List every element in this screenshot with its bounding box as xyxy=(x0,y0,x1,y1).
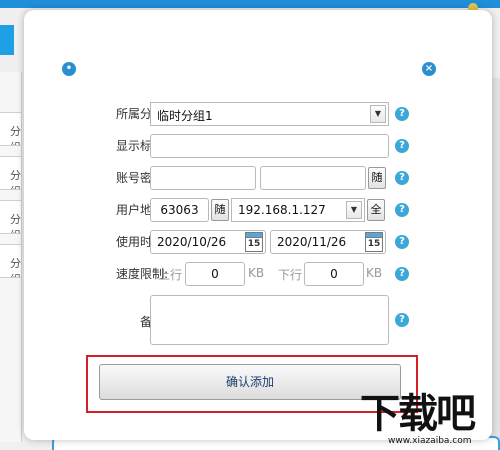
remark-textarea[interactable] xyxy=(150,295,389,345)
upload-label: 上行 xyxy=(158,268,183,282)
add-user-dialog: • × 所属分组: 临时分组1 ▼ ? 显示标题: ? 账号密码: 随 ? 用户… xyxy=(24,10,492,440)
port-input[interactable]: 63063 xyxy=(150,198,209,222)
end-date-value: 2020/11/26 xyxy=(277,235,347,249)
start-date-input[interactable]: 2020/10/26 15 xyxy=(150,230,266,254)
background-accent-strip xyxy=(0,25,14,55)
watermark-url: www.xiazaiba.com xyxy=(388,436,472,446)
background-group-item[interactable]: 分组 xyxy=(0,244,22,278)
group-select[interactable]: 临时分组1 ▼ xyxy=(150,102,389,126)
time-row: 使用时间: 2020/10/26 15 2020/11/26 15 ? xyxy=(24,230,492,254)
help-icon[interactable]: ? xyxy=(395,313,409,327)
username-input[interactable] xyxy=(150,166,256,190)
random-password-button[interactable]: 随 xyxy=(368,167,386,189)
help-icon[interactable]: ? xyxy=(395,235,409,249)
end-date-input[interactable]: 2020/11/26 15 xyxy=(270,230,386,254)
help-icon[interactable]: ? xyxy=(395,203,409,217)
group-row: 所属分组: 临时分组1 ▼ ? xyxy=(24,102,492,126)
background-group-item[interactable]: 分组 xyxy=(0,156,22,190)
ip-select[interactable]: 192.168.1.127 ▼ xyxy=(231,198,365,222)
calendar-icon[interactable]: 15 xyxy=(245,232,263,252)
random-port-button[interactable]: 随 xyxy=(211,199,229,221)
group-select-value: 临时分组1 xyxy=(157,109,213,123)
help-icon[interactable]: ? xyxy=(395,171,409,185)
background-group-item[interactable]: 分组 xyxy=(0,200,22,234)
watermark-text: 下载吧 xyxy=(360,391,476,437)
title-row: 显示标题: ? xyxy=(24,134,492,158)
background-group-item[interactable]: 分组 xyxy=(0,112,22,146)
upload-limit-input[interactable]: 0 xyxy=(185,262,245,286)
help-icon[interactable]: ? xyxy=(395,267,409,281)
download-limit-input[interactable]: 0 xyxy=(304,262,364,286)
settings-icon[interactable]: • xyxy=(62,62,76,76)
account-row: 账号密码: 随 ? xyxy=(24,166,492,190)
ip-select-value: 192.168.1.127 xyxy=(238,203,326,217)
download-unit: KB xyxy=(366,266,383,280)
speed-row: 速度限制: 上行 0 KB 下行 0 KB ? xyxy=(24,262,492,286)
title-input[interactable] xyxy=(150,134,389,158)
background-title-bar xyxy=(0,0,500,8)
calendar-icon[interactable]: 15 xyxy=(365,232,383,252)
confirm-add-button[interactable]: 确认添加 xyxy=(99,364,401,400)
chevron-down-icon[interactable]: ▼ xyxy=(370,105,386,123)
help-icon[interactable]: ? xyxy=(395,139,409,153)
help-icon[interactable]: ? xyxy=(395,107,409,121)
download-label: 下行 xyxy=(278,268,303,282)
start-date-value: 2020/10/26 xyxy=(157,235,227,249)
chevron-down-icon[interactable]: ▼ xyxy=(346,201,362,219)
upload-unit: KB xyxy=(248,266,265,280)
close-icon[interactable]: × xyxy=(422,62,436,76)
background-group-list: 分组 分组 分组 分组 xyxy=(0,72,22,442)
password-input[interactable] xyxy=(260,166,366,190)
address-row: 用户地址: 63063 随 192.168.1.127 ▼ 全 ? xyxy=(24,198,492,222)
watermark-logo: 下载吧 www.xiazaiba.com xyxy=(360,392,500,450)
all-ip-button[interactable]: 全 xyxy=(367,199,385,221)
